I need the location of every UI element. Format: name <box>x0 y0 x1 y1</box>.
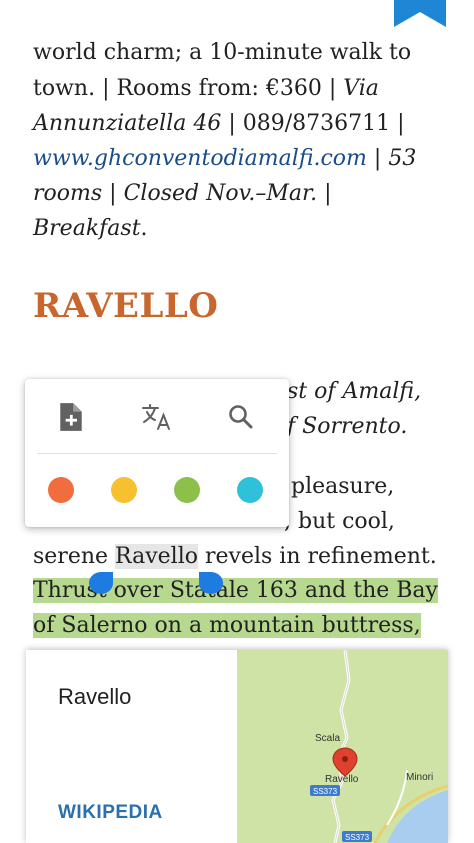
text-line: rooms | Closed Nov.–Mar. | <box>33 181 332 206</box>
map-label-minori: Minori <box>406 772 433 783</box>
selection-end-handle[interactable] <box>199 572 223 594</box>
lookup-card[interactable]: Ravello WIKIPEDIA Scala Ravello Minori S… <box>26 650 448 843</box>
add-note-button[interactable] <box>49 399 93 435</box>
road-shield-ss373: SS373 <box>313 787 338 796</box>
lookup-title: Ravello <box>58 684 132 709</box>
highlight-color-orange[interactable] <box>48 477 74 503</box>
text-line: f Sorrento. <box>287 414 408 439</box>
location-map[interactable]: Scala Ravello Minori SS373 SS373 <box>237 650 448 843</box>
section-heading: RAVELLO <box>33 286 219 326</box>
selection-toolbar <box>25 379 289 527</box>
toolbar-divider <box>37 453 277 454</box>
text-line: st of Amalfi, <box>287 379 422 404</box>
text-line: world charm; a 10-minute walk to <box>33 40 412 65</box>
highlighted-line[interactable]: of Salerno on a mountain buttress, <box>33 609 421 643</box>
text-line: Breakfast. <box>33 216 148 241</box>
wikipedia-link[interactable]: WIKIPEDIA <box>58 802 163 824</box>
lookup-card-info: Ravello WIKIPEDIA <box>26 650 237 843</box>
text-line: pleasure, <box>291 474 395 499</box>
translate-icon <box>142 404 170 430</box>
map-label-ravello: Ravello <box>325 774 359 785</box>
selection-start-handle[interactable] <box>89 572 113 594</box>
text-line: www.ghconventodiamalfi.com | 53 <box>33 146 417 171</box>
highlight-color-yellow[interactable] <box>111 477 137 503</box>
road-shield-ss373: SS373 <box>345 833 370 842</box>
add-note-icon <box>60 403 82 431</box>
text-line: Annunziatella 46 | 089/8736711 | <box>33 111 405 136</box>
text-line: serene Ravello revels in refinement. <box>33 544 437 569</box>
text-line: , but cool, <box>284 509 395 534</box>
hotel-website-link[interactable]: www.ghconventodiamalfi.com <box>33 146 367 171</box>
search-button[interactable] <box>219 399 263 435</box>
text-line: town. | Rooms from: €360 | Via <box>33 76 379 101</box>
map-label-scala: Scala <box>315 733 340 744</box>
highlight-color-green[interactable] <box>174 477 200 503</box>
highlight-color-cyan[interactable] <box>237 477 263 503</box>
search-icon <box>229 405 253 429</box>
selected-word[interactable]: Ravello <box>115 544 198 569</box>
bookmark-icon[interactable] <box>394 0 446 27</box>
translate-button[interactable] <box>135 399 179 435</box>
